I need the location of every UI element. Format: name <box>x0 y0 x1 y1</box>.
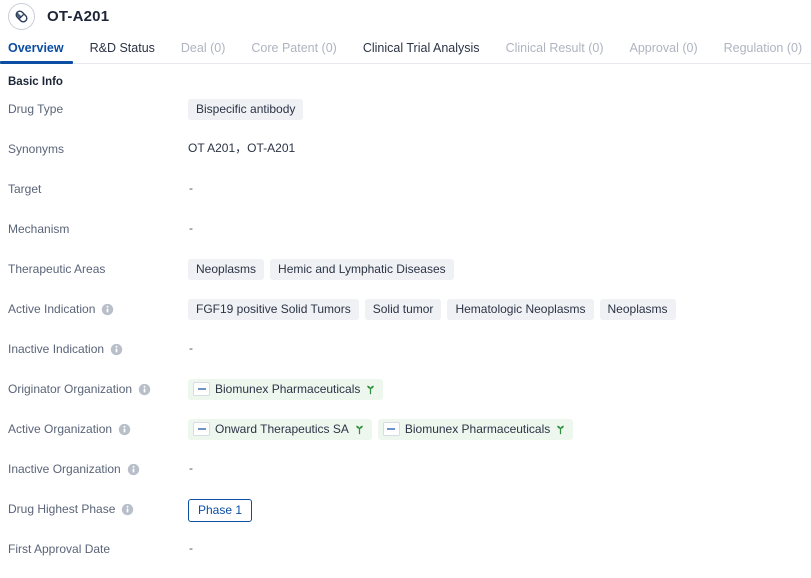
empty-value: - <box>189 181 193 195</box>
label-text: Drug Type <box>8 102 64 116</box>
row-label-mechanism: Mechanism <box>8 218 188 237</box>
org-name: Biomunex Pharmaceuticals <box>215 382 361 396</box>
row-label-inactive-organization: Inactive Organization <box>8 458 188 477</box>
row-label-first-approval-date: First Approval Date <box>8 538 188 557</box>
capsule-pill-icon <box>8 2 35 30</box>
row-synonyms: Synonyms OT A201，OT-A201 <box>8 138 811 178</box>
tab-overview[interactable]: Overview <box>0 41 73 64</box>
empty-value: - <box>189 221 193 235</box>
row-active-organization: Active Organization Onward Therapeutics … <box>8 418 811 458</box>
organization-logo-icon <box>382 422 400 436</box>
tab-clinical-result[interactable]: Clinical Result (0) <box>506 41 604 64</box>
row-inactive-organization: Inactive Organization - <box>8 458 811 498</box>
row-value-therapeutic-areas: Neoplasms Hemic and Lymphatic Diseases <box>188 258 811 280</box>
drug-header: OT-A201 <box>0 0 811 32</box>
row-label-inactive-indication: Inactive Indication <box>8 338 188 357</box>
basic-info-heading: Basic Info <box>8 76 63 88</box>
tag-indication[interactable]: Solid tumor <box>364 299 442 320</box>
tab-deal[interactable]: Deal (0) <box>181 41 225 64</box>
info-circle-icon[interactable] <box>127 463 140 476</box>
tag-indication[interactable]: FGF19 positive Solid Tumors <box>188 299 359 320</box>
tab-clinical-trial-analysis[interactable]: Clinical Trial Analysis <box>363 41 480 64</box>
row-target: Target - <box>8 178 811 218</box>
org-tag-originator[interactable]: Biomunex Pharmaceuticals <box>188 379 384 400</box>
sprout-icon <box>365 384 376 395</box>
row-label-synonyms: Synonyms <box>8 138 188 157</box>
tab-approval[interactable]: Approval (0) <box>630 41 698 64</box>
org-tag-active[interactable]: Biomunex Pharmaceuticals <box>377 419 574 440</box>
tag-indication[interactable]: Hematologic Neoplasms <box>447 299 594 320</box>
tab-regulation[interactable]: Regulation (0) <box>724 41 803 64</box>
row-active-indication: Active Indication FGF19 positive Solid T… <box>8 298 811 338</box>
label-text: Mechanism <box>8 222 70 236</box>
label-text: Inactive Indication <box>8 342 105 356</box>
label-text: Therapeutic Areas <box>8 262 106 276</box>
label-text: Synonyms <box>8 142 65 156</box>
row-label-therapeutic-areas: Therapeutic Areas <box>8 258 188 277</box>
info-circle-icon[interactable] <box>110 343 123 356</box>
tag-therapeutic-area[interactable]: Hemic and Lymphatic Diseases <box>270 259 454 280</box>
page-title: OT-A201 <box>47 7 110 25</box>
org-name: Biomunex Pharmaceuticals <box>404 422 551 436</box>
row-value-inactive-organization: - <box>188 458 811 477</box>
org-tag-active[interactable]: Onward Therapeutics SA <box>188 419 372 440</box>
tab-bar: Overview R&D Status Deal (0) Core Patent… <box>0 32 811 64</box>
sprout-icon <box>555 424 566 435</box>
tag-drug-type[interactable]: Bispecific antibody <box>188 99 304 120</box>
label-text: Active Indication <box>8 302 96 316</box>
row-label-active-organization: Active Organization <box>8 418 188 437</box>
row-originator-organization: Originator Organization Biomunex Pharmac… <box>8 378 811 418</box>
empty-value: - <box>189 341 193 355</box>
sprout-icon <box>354 424 365 435</box>
label-text: Target <box>8 182 42 196</box>
row-drug-highest-phase: Drug Highest Phase Phase 1 <box>8 498 811 538</box>
label-text: Originator Organization <box>8 382 133 396</box>
label-text: Inactive Organization <box>8 462 121 476</box>
organization-logo-icon <box>193 422 210 436</box>
row-label-originator-organization: Originator Organization <box>8 378 188 397</box>
org-name: Onward Therapeutics SA <box>215 422 349 436</box>
row-first-approval-date: First Approval Date - <box>8 538 811 578</box>
tag-therapeutic-area[interactable]: Neoplasms <box>188 259 265 280</box>
label-text: Drug Highest Phase <box>8 502 116 516</box>
info-circle-icon[interactable] <box>101 303 114 316</box>
overview-panel: Basic Info Drug Type Bispecific antibody… <box>0 64 811 578</box>
row-value-target: - <box>188 178 811 197</box>
row-label-drug-highest-phase: Drug Highest Phase <box>8 498 188 517</box>
tag-indication[interactable]: Neoplasms <box>599 299 676 320</box>
empty-value: - <box>189 541 193 555</box>
status-badge-phase[interactable]: Phase 1 <box>188 499 253 522</box>
tab-core-patent[interactable]: Core Patent (0) <box>251 41 336 64</box>
row-value-first-approval-date: - <box>188 538 811 557</box>
row-value-inactive-indication: - <box>188 338 811 357</box>
row-value-active-indication: FGF19 positive Solid Tumors Solid tumor … <box>188 298 811 320</box>
empty-value: - <box>189 461 193 475</box>
label-text: Active Organization <box>8 422 113 436</box>
row-mechanism: Mechanism - <box>8 218 811 258</box>
label-text: First Approval Date <box>8 542 111 556</box>
row-drug-type: Drug Type Bispecific antibody <box>8 98 811 138</box>
synonyms-text: OT A201，OT-A201 <box>188 141 296 155</box>
info-circle-icon[interactable] <box>138 383 151 396</box>
row-value-originator-organization: Biomunex Pharmaceuticals <box>188 378 811 400</box>
row-label-active-indication: Active Indication <box>8 298 188 317</box>
organization-logo-icon <box>193 382 210 396</box>
info-circle-icon[interactable] <box>118 423 131 436</box>
tab-rd-status[interactable]: R&D Status <box>90 41 155 64</box>
row-value-mechanism: - <box>188 218 811 237</box>
row-value-drug-type: Bispecific antibody <box>188 98 811 120</box>
row-label-drug-type: Drug Type <box>8 98 188 117</box>
row-value-synonyms: OT A201，OT-A201 <box>188 138 811 157</box>
row-value-active-organization: Onward Therapeutics SA Biomunex Pharmace… <box>188 418 811 440</box>
row-label-target: Target <box>8 178 188 197</box>
row-value-drug-highest-phase: Phase 1 <box>188 498 811 522</box>
info-circle-icon[interactable] <box>121 503 134 516</box>
row-inactive-indication: Inactive Indication - <box>8 338 811 378</box>
row-therapeutic-areas: Therapeutic Areas Neoplasms Hemic and Ly… <box>8 258 811 298</box>
